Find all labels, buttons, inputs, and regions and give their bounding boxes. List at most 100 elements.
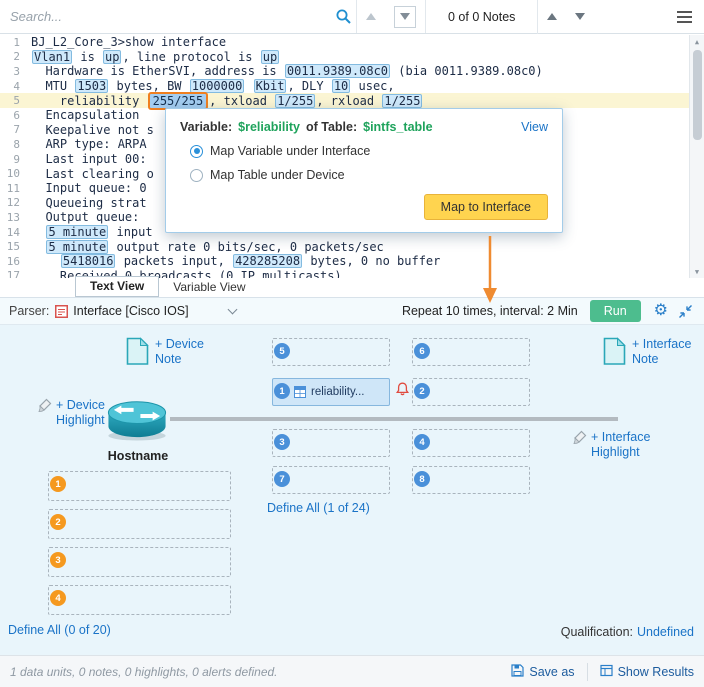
search-prev-icon[interactable] bbox=[366, 13, 376, 20]
divider bbox=[587, 663, 588, 681]
vertical-scrollbar[interactable]: ▲ ▼ bbox=[689, 35, 704, 278]
topbar: 0 of 0 Notes bbox=[0, 0, 704, 34]
radio-label: Map Variable under Interface bbox=[210, 144, 370, 158]
map-variable-popup: Variable: $reliability of Table: $intfs_… bbox=[165, 108, 563, 233]
show-results-label: Show Results bbox=[618, 665, 694, 679]
code-text: Encapsulation bbox=[31, 108, 147, 122]
option-map-variable-under-interface[interactable]: Map Variable under Interface bbox=[190, 144, 548, 158]
code-text: is bbox=[73, 50, 102, 64]
run-button[interactable]: Run bbox=[590, 300, 641, 322]
view-tabbar: Text View Variable View bbox=[0, 278, 704, 297]
code-text: (bia 0011.9389.08c0) bbox=[391, 64, 543, 78]
line-number: 2 bbox=[0, 50, 20, 63]
repeat-info: Repeat 10 times, interval: 2 Min bbox=[402, 304, 578, 318]
code-text: packets input, bbox=[116, 254, 232, 268]
slot-number-badge: 4 bbox=[50, 590, 66, 606]
parser-type-icon bbox=[55, 305, 68, 318]
map-to-interface-button[interactable]: Map to Interface bbox=[424, 194, 548, 220]
code-line: 16 5418016 packets input, 428285208 byte… bbox=[0, 254, 704, 269]
parsed-variable-token[interactable]: 1/255 bbox=[382, 94, 422, 108]
definition-summary: 1 data units, 0 notes, 0 highlights, 0 a… bbox=[10, 665, 278, 679]
radio-unselected-icon bbox=[190, 169, 203, 182]
device-variable-slot[interactable]: 2 bbox=[48, 509, 231, 539]
parser-label: Parser: bbox=[9, 304, 49, 318]
device-variable-slot[interactable]: 3 bbox=[48, 547, 231, 577]
parsed-variable-token[interactable]: 428285208 bbox=[233, 254, 302, 268]
code-text: BJ_L2_Core_3>show interface bbox=[31, 35, 226, 49]
code-text: Last clearing o bbox=[31, 167, 154, 181]
radio-label: Map Table under Device bbox=[210, 168, 345, 182]
parser-select[interactable]: Interface [Cisco IOS] bbox=[73, 304, 188, 318]
tab-text-view[interactable]: Text View bbox=[75, 276, 159, 297]
line-number: 3 bbox=[0, 65, 20, 78]
line-number: 6 bbox=[0, 109, 20, 122]
code-text bbox=[31, 225, 45, 239]
code-text: , line protocol is bbox=[122, 50, 259, 64]
parsed-variable-token[interactable]: Vlan1 bbox=[32, 50, 72, 64]
search-next-button[interactable] bbox=[394, 6, 416, 28]
define-all-device-link[interactable]: Define All (0 of 20) bbox=[8, 623, 111, 637]
table-label: of Table: bbox=[306, 120, 357, 134]
parsed-variable-token[interactable]: 1/255 bbox=[275, 94, 315, 108]
code-text: , txload bbox=[209, 94, 274, 108]
code-text: bytes, 0 no buffer bbox=[303, 254, 440, 268]
slot-number-badge: 2 bbox=[50, 514, 66, 530]
parsed-variable-token[interactable]: 5418016 bbox=[61, 254, 116, 268]
code-text: Keepalive not s bbox=[31, 123, 154, 137]
view-link[interactable]: View bbox=[521, 120, 548, 134]
code-line: 1BJ_L2_Core_3>show interface bbox=[0, 35, 704, 50]
scroll-down-icon[interactable]: ▼ bbox=[695, 265, 699, 278]
qualification-label: Qualification: bbox=[561, 625, 633, 639]
collapse-panel-icon[interactable] bbox=[678, 304, 693, 319]
search-icon[interactable] bbox=[330, 8, 356, 25]
parsed-variable-token[interactable]: 5 minute bbox=[46, 225, 108, 239]
code-text: Queueing strat bbox=[31, 196, 147, 210]
option-map-table-under-device[interactable]: Map Table under Device bbox=[190, 168, 548, 182]
line-number: 9 bbox=[0, 153, 20, 166]
search-input[interactable] bbox=[0, 0, 330, 33]
show-results-button[interactable]: Show Results bbox=[600, 664, 694, 680]
save-as-button[interactable]: Save as bbox=[511, 664, 574, 680]
line-number: 12 bbox=[0, 196, 20, 209]
line-number: 11 bbox=[0, 182, 20, 195]
note-prev-icon[interactable] bbox=[547, 13, 557, 20]
code-text bbox=[31, 254, 60, 268]
save-as-label: Save as bbox=[529, 665, 574, 679]
chevron-down-icon[interactable] bbox=[227, 305, 237, 315]
line-number: 14 bbox=[0, 226, 20, 239]
device-variable-slot[interactable]: 4 bbox=[48, 585, 231, 615]
code-line: 3 Hardware is EtherSVI, address is 0011.… bbox=[0, 64, 704, 79]
qualification-value-link[interactable]: Undefined bbox=[637, 625, 694, 639]
code-text: Input queue: 0 bbox=[31, 181, 147, 195]
tab-variable-view[interactable]: Variable View bbox=[159, 278, 259, 297]
radio-selected-icon bbox=[190, 145, 203, 158]
code-text: Output queue: bbox=[31, 210, 147, 224]
note-next-icon[interactable] bbox=[575, 13, 585, 20]
statusbar: 1 data units, 0 notes, 0 highlights, 0 a… bbox=[0, 655, 704, 687]
code-line: 5 reliability 255/255, txload 1/255, rxl… bbox=[0, 93, 704, 108]
line-number: 15 bbox=[0, 240, 20, 253]
parsed-variable-token[interactable]: up bbox=[261, 50, 279, 64]
code-line: 2 Vlan1 is up, line protocol is up bbox=[0, 50, 704, 65]
parsed-variable-token[interactable]: 0011.9389.08c0 bbox=[285, 64, 390, 78]
parser-bar: Parser: Interface [Cisco IOS] Repeat 10 … bbox=[0, 297, 704, 325]
code-text: input bbox=[109, 225, 160, 239]
notes-counter: 0 of 0 Notes bbox=[426, 0, 538, 34]
line-number: 10 bbox=[0, 167, 20, 180]
code-line: 15 5 minute output rate 0 bits/sec, 0 pa… bbox=[0, 239, 704, 254]
selected-variable-token[interactable]: 255/255 bbox=[148, 92, 209, 110]
scroll-up-icon[interactable]: ▲ bbox=[695, 35, 699, 48]
code-text: , rxload bbox=[316, 94, 381, 108]
scrollbar-thumb[interactable] bbox=[693, 50, 702, 140]
device-variable-slot[interactable]: 1 bbox=[48, 471, 231, 501]
parsed-variable-token[interactable]: up bbox=[103, 50, 121, 64]
annotation-arrow bbox=[472, 236, 508, 306]
settings-gear-icon[interactable]: ⚙ bbox=[654, 303, 668, 319]
slot-number-badge: 3 bbox=[50, 552, 66, 568]
parsed-variable-token[interactable]: 5 minute bbox=[46, 240, 108, 254]
line-number: 4 bbox=[0, 80, 20, 93]
code-text: Hardware is EtherSVI, address is bbox=[31, 64, 284, 78]
device-slots: 1 2 3 4 bbox=[0, 325, 704, 655]
code-text bbox=[31, 240, 45, 254]
menu-icon[interactable] bbox=[677, 11, 692, 23]
